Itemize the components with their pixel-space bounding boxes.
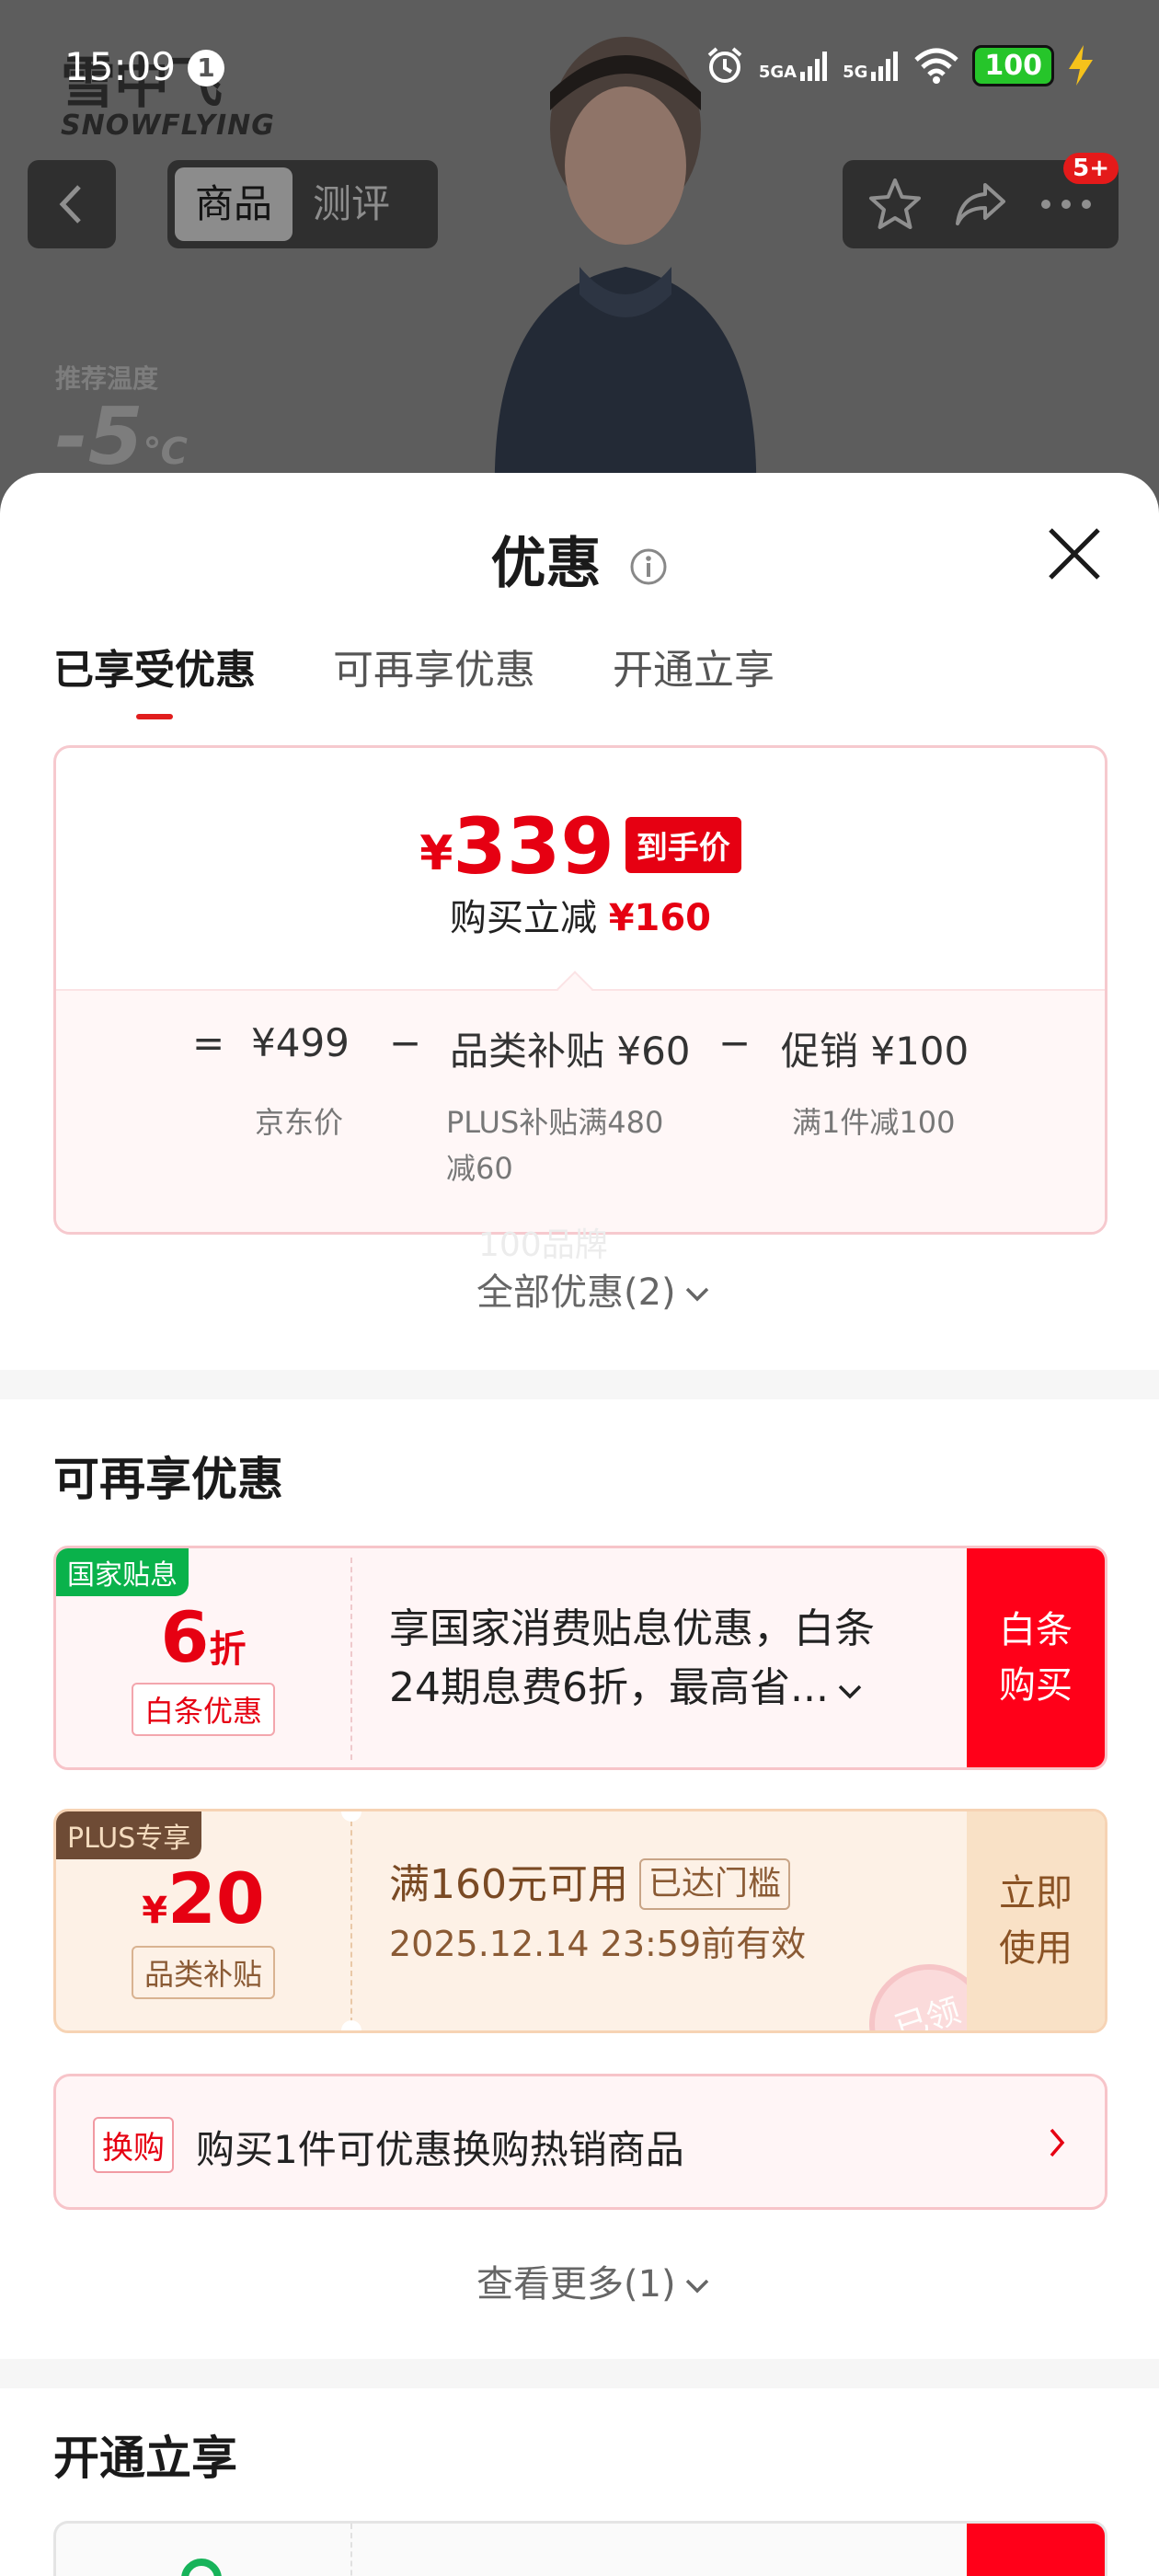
chevron-down-icon — [685, 2279, 708, 2294]
tab-product[interactable]: 商品 — [175, 167, 293, 241]
subsidy-desc: PLUS补贴满480 减60 — [446, 1105, 664, 1186]
info-icon[interactable] — [629, 547, 668, 586]
coupon-description: 享国家消费贴息优惠，白条 24期息费6折，最高省... — [389, 1605, 875, 1711]
discount-sheet: 优惠 已享受优惠 可再享优惠 开通立享 ¥339 到手价 购买立减 ¥160 = … — [0, 473, 1159, 2576]
section-divider — [0, 2359, 1159, 2388]
open-enjoy-card — [53, 2521, 1107, 2576]
chevron-down-icon — [685, 1287, 708, 1302]
baitiao-coupon-card: 国家贴息 6折 白条优惠 享国家消费贴息优惠，白条 24期息费6折，最高省...… — [53, 1546, 1107, 1770]
share-icon[interactable] — [952, 176, 1009, 233]
status-bar: 15:09 1 5GA 5G 100 — [0, 0, 1159, 110]
nav-actions: 5+ — [843, 153, 1119, 248]
more-dots-icon[interactable] — [1038, 195, 1095, 213]
tab-more-available[interactable]: 可再享优惠 — [333, 637, 535, 719]
section-heading-open: 开通立享 — [53, 2432, 237, 2485]
more-badge: 5+ — [1063, 153, 1119, 184]
tab-open-enjoy[interactable]: 开通立享 — [613, 637, 775, 719]
signal-5g-icon: 5G — [843, 50, 901, 81]
chevron-down-icon[interactable] — [836, 1683, 864, 1701]
price-breakdown-card: ¥339 到手价 购买立减 ¥160 = ¥499 − 品类补贴 ¥60 − 促销… — [53, 745, 1107, 1235]
open-enjoy-button[interactable] — [967, 2524, 1105, 2576]
chevron-left-icon — [59, 185, 81, 224]
promo-amount: 促销 ¥100 — [781, 1029, 970, 1074]
final-price: ¥339 到手价 — [56, 801, 1105, 891]
tab-review[interactable]: 测评 — [293, 167, 410, 241]
exchange-purchase-row[interactable]: 换购 购买1件可优惠换购热销商品 — [53, 2074, 1107, 2210]
subsidy-amount: 品类补贴 ¥60 — [450, 1029, 691, 1074]
clock: 15:09 — [64, 44, 177, 89]
favorite-star-icon[interactable] — [866, 176, 924, 233]
view-more-toggle[interactable]: 查看更多(1) — [476, 2254, 711, 2307]
coupon-type-chip: 品类补贴 — [131, 1946, 276, 1999]
instant-reduction: 购买立减 ¥160 — [449, 897, 712, 939]
promo-desc: 满1件减100 — [792, 1105, 956, 1140]
page-segment-switch: 商品 测评 — [167, 160, 438, 248]
final-price-tag: 到手价 — [625, 817, 741, 873]
all-discounts-toggle[interactable]: 全部优惠(2) — [476, 1262, 711, 1316]
equals-sign: = — [192, 1020, 225, 1065]
signal-5ga-icon: 5GA — [759, 50, 830, 81]
base-price: ¥499 — [251, 1020, 350, 1065]
threshold-reached-badge: 已达门槛 — [638, 1858, 790, 1910]
use-now-button[interactable]: 立即 使用 — [967, 1811, 1105, 2030]
faded-text: 100品牌 — [478, 1226, 608, 1264]
chevron-right-icon — [1050, 2128, 1065, 2157]
charging-icon — [1069, 45, 1093, 86]
section-divider — [0, 1370, 1159, 1399]
exchange-text: 购买1件可优惠换购热销商品 — [196, 2127, 684, 2172]
alarm-icon — [707, 47, 742, 83]
back-button[interactable] — [28, 160, 116, 248]
tab-enjoyed[interactable]: 已享受优惠 — [53, 637, 256, 719]
coupon-type-chip: 白条优惠 — [131, 1683, 276, 1736]
close-icon[interactable] — [1045, 524, 1104, 583]
minus-sign: − — [389, 1020, 422, 1065]
minus-sign: − — [718, 1020, 752, 1065]
coupon-description: 满160元可用 已达门槛 2025.12.14 23:59前有效 — [389, 1856, 806, 1973]
wifi-icon — [914, 48, 959, 84]
exchange-tag: 换购 — [93, 2117, 174, 2173]
discount-tabs: 已享受优惠 可再享优惠 开通立享 — [53, 637, 775, 719]
section-heading-more: 可再享优惠 — [53, 1453, 283, 1506]
baitiao-buy-button[interactable]: 白条 购买 — [967, 1548, 1105, 1767]
battery-icon: 100 — [972, 44, 1054, 86]
sheet-title: 优惠 — [0, 519, 1159, 599]
green-circle-icon — [181, 2559, 222, 2576]
base-price-desc: 京东价 — [255, 1105, 344, 1140]
notification-count-icon: 1 — [188, 50, 224, 86]
price-formula: = ¥499 − 品类补贴 ¥60 − 促销 ¥100 京东价 PLUS补贴满4… — [56, 971, 1105, 1232]
plus-coupon-card: PLUS专享 ¥20 品类补贴 满160元可用 已达门槛 2025.12.14 2… — [53, 1809, 1107, 2033]
